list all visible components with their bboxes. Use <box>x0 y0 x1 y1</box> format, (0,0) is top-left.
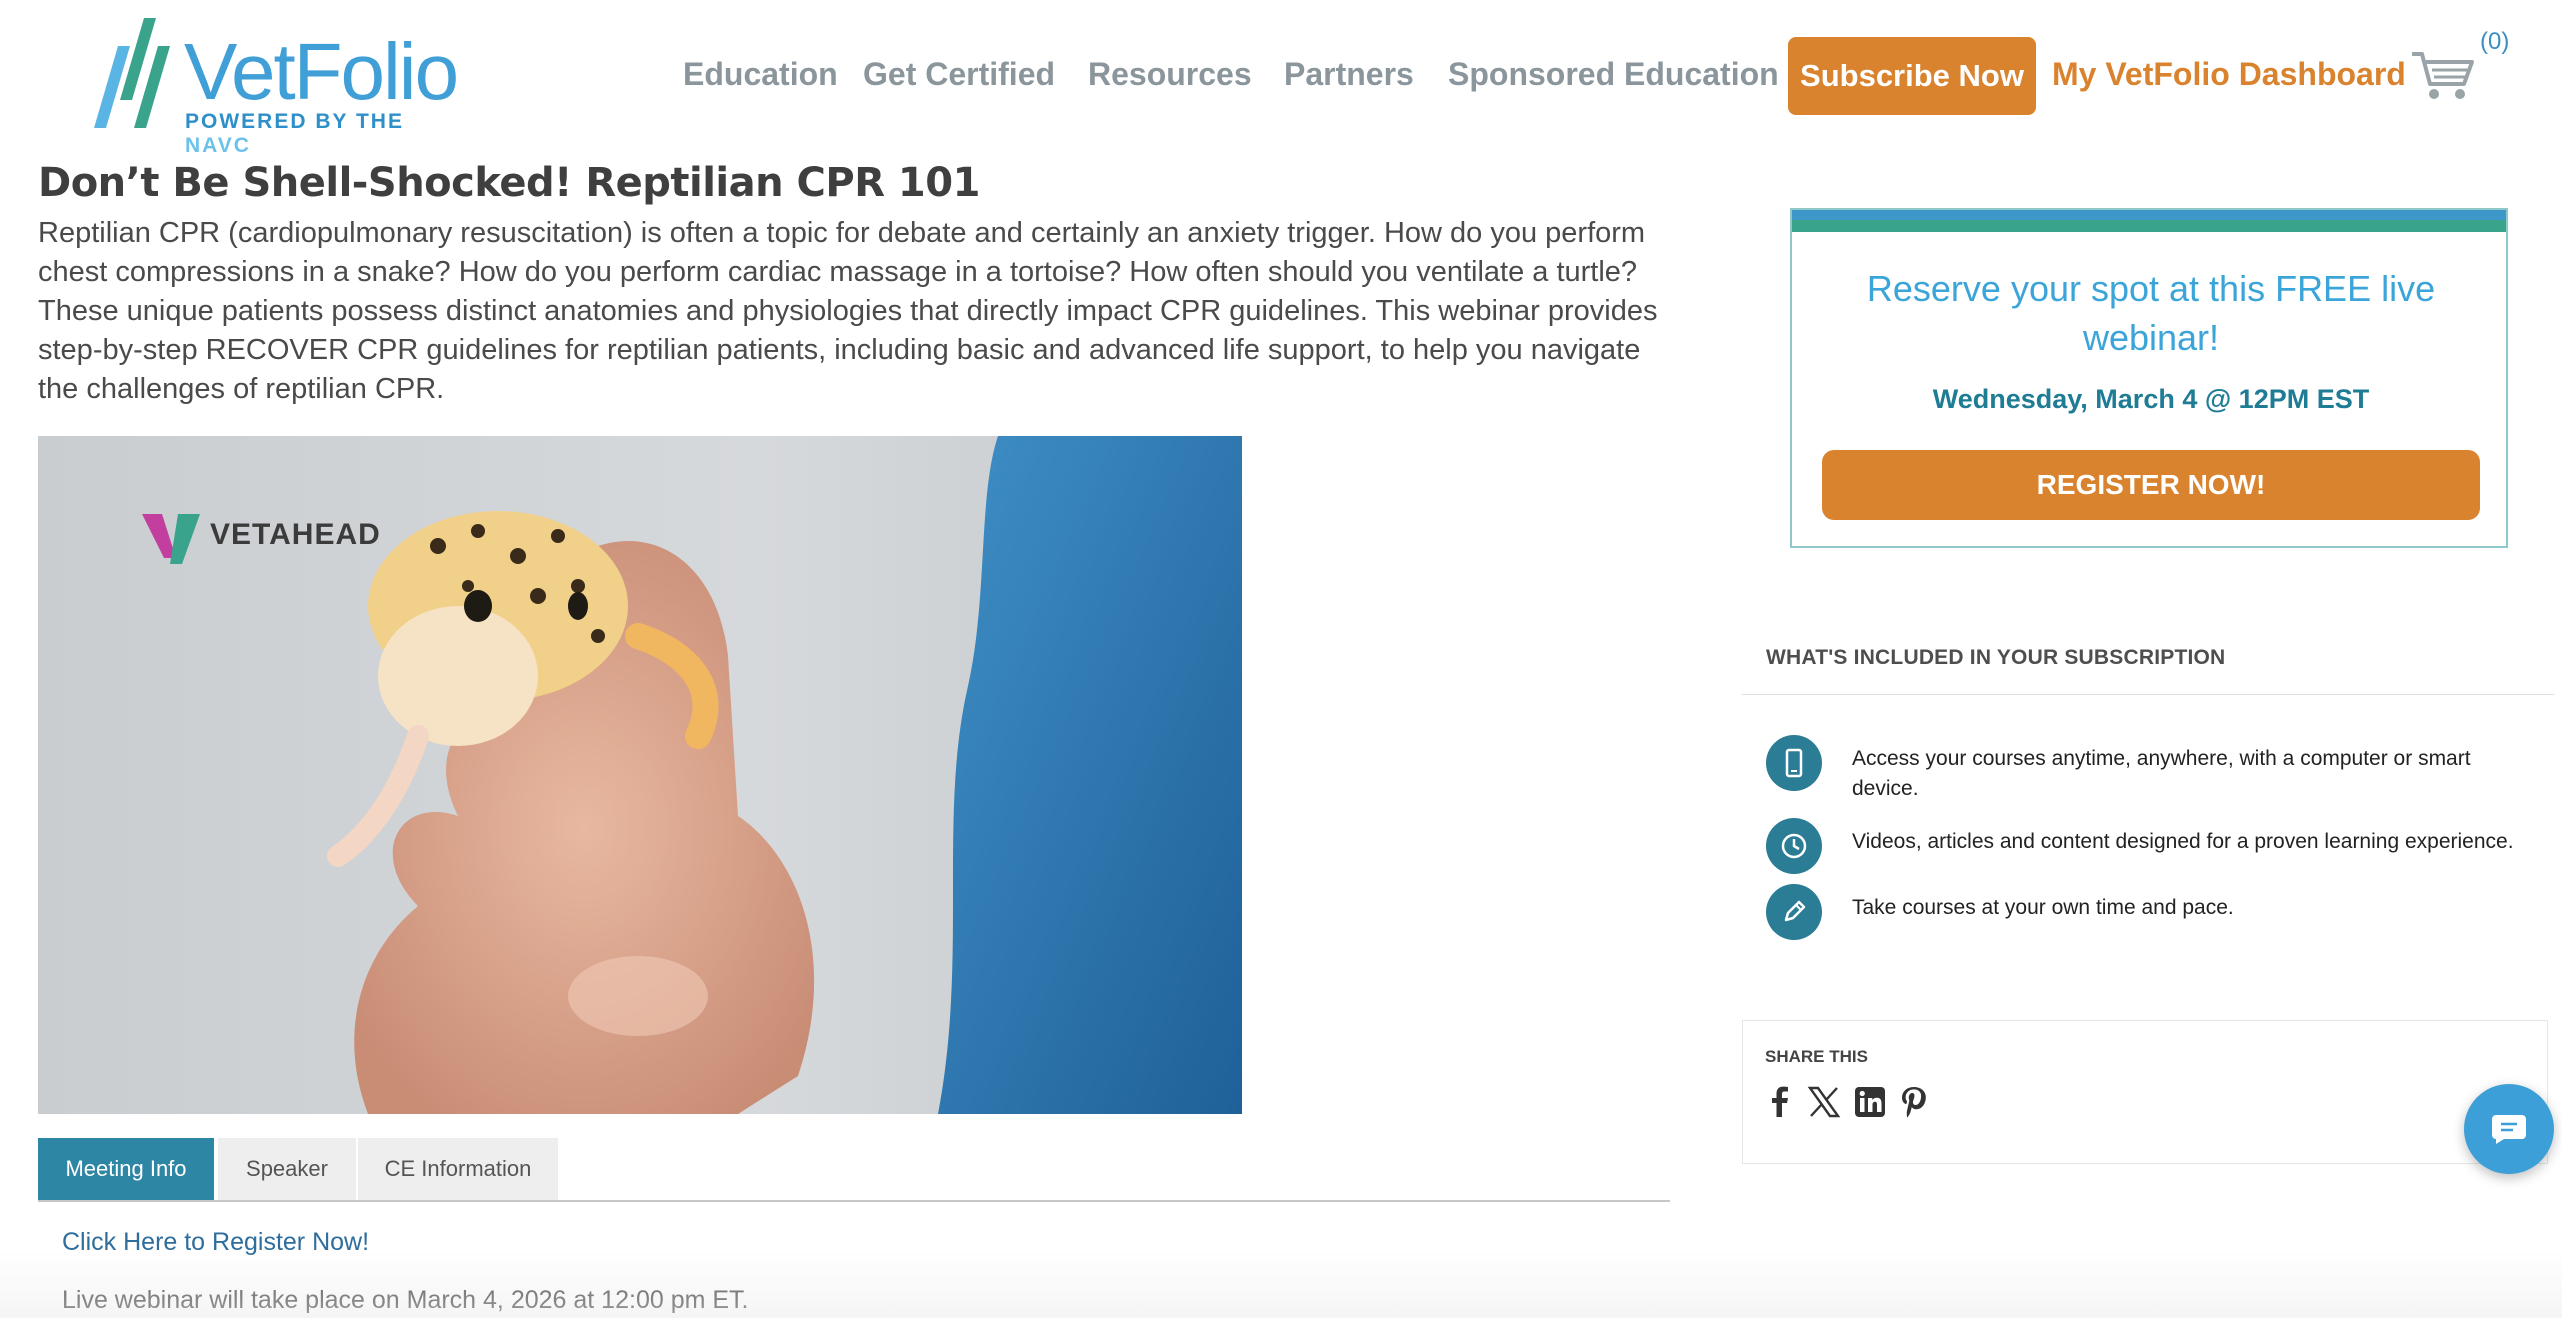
webinar-date: Wednesday, March 4 @ 12PM EST <box>1932 384 2370 414</box>
content-tabs: Meeting Info Speaker CE Information <box>38 1138 1670 1202</box>
subscribe-now-button[interactable]: Subscribe Now <box>1788 37 2036 115</box>
vetfolio-logo[interactable]: VetFolio POWERED BY THE NAVC <box>88 18 468 157</box>
included-divider <box>1742 694 2554 695</box>
pinterest-icon[interactable] <box>1897 1085 1931 1119</box>
chat-widget-button[interactable] <box>2464 1084 2554 1174</box>
shopping-cart-icon[interactable] <box>2410 48 2476 102</box>
my-dashboard-link[interactable]: My VetFolio Dashboard <box>2052 56 2406 93</box>
reserve-title: Reserve your spot at this FREE live webi… <box>1866 268 2436 358</box>
clock-icon <box>1766 818 1822 874</box>
nav-sponsored-education[interactable]: Sponsored Education <box>1448 56 1779 93</box>
logo-slashes-icon <box>94 18 170 128</box>
logo-tagline: POWERED BY THE NAVC <box>185 110 468 158</box>
vetahead-logo-icon <box>142 514 200 564</box>
logo-wordmark: VetFolio <box>184 27 459 116</box>
facebook-icon[interactable] <box>1763 1085 1797 1119</box>
feature-own-pace: Take courses at your own time and pace. <box>1852 896 2234 919</box>
reserve-stripe-blue <box>1792 210 2506 220</box>
cart-count: (0) <box>2480 28 2510 55</box>
nav-get-certified[interactable]: Get Certified <box>863 56 1055 93</box>
included-heading: WHAT'S INCLUDED IN YOUR SUBSCRIPTION <box>1766 646 2226 669</box>
logo-tagline-prefix: POWERED BY THE <box>185 110 404 133</box>
page-title: Don’t Be Shell-Shocked! Reptilian CPR 10… <box>38 160 980 206</box>
nav-resources[interactable]: Resources <box>1088 56 1252 93</box>
mobile-device-icon <box>1766 735 1822 791</box>
feature-videos-articles: Videos, articles and content designed fo… <box>1852 830 2514 853</box>
linkedin-icon[interactable] <box>1853 1085 1887 1119</box>
reserve-spot-box: Reserve your spot at this FREE live webi… <box>1790 208 2508 548</box>
tab-ce-information[interactable]: CE Information <box>358 1138 558 1200</box>
register-now-button[interactable]: REGISTER NOW! <box>1822 450 2480 520</box>
live-webinar-note: Live webinar will take place on March 4,… <box>62 1286 749 1314</box>
pencil-icon <box>1766 884 1822 940</box>
share-heading: SHARE THIS <box>1765 1047 1868 1066</box>
tab-meeting-info[interactable]: Meeting Info <box>38 1138 214 1200</box>
webinar-description: Reptilian CPR (cardiopulmonary resuscita… <box>38 217 1658 405</box>
reserve-stripe-green <box>1792 220 2506 232</box>
register-now-link[interactable]: Click Here to Register Now! <box>62 1228 369 1257</box>
hero-image: VETAHEAD <box>38 436 1242 1114</box>
x-icon[interactable] <box>1807 1085 1841 1119</box>
logo-tagline-brand: NAVC <box>185 134 251 157</box>
nav-education[interactable]: Education <box>683 56 838 93</box>
nav-partners[interactable]: Partners <box>1284 56 1414 93</box>
share-panel: SHARE THIS <box>1742 1020 2548 1164</box>
site-header: VetFolio POWERED BY THE NAVC Education G… <box>0 0 2562 157</box>
feature-access-anywhere: Access your courses anytime, anywhere, w… <box>1852 747 2471 800</box>
tab-speaker[interactable]: Speaker <box>218 1138 356 1200</box>
vetahead-logo-text: VETAHEAD <box>210 518 381 551</box>
chat-icon <box>2492 1115 2526 1144</box>
